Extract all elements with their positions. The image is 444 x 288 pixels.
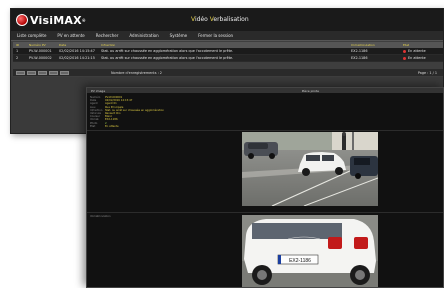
status-dot-icon [403, 56, 406, 60]
col-pv-number[interactable]: Numéro PV [29, 43, 59, 47]
logo-eye-icon [16, 14, 28, 26]
menu-search[interactable]: Rechercher [96, 33, 119, 38]
cases-table: ID Numéro PV Date Infraction Immatricula… [13, 42, 443, 62]
page-indicator: Page : 1 / 1 [417, 70, 437, 75]
detail-title: PV image [91, 88, 106, 93]
first-page-button[interactable] [16, 70, 25, 75]
logo-brand: VisiMAX [30, 13, 82, 27]
status-text: En attente [408, 56, 426, 60]
title-word-2: erbalisation [213, 16, 249, 23]
plate-section-label: Immatriculation [90, 215, 111, 218]
cell-id: 1 [16, 49, 19, 53]
col-date[interactable]: Date [59, 43, 101, 47]
menu-pending[interactable]: PV en attente [57, 33, 84, 38]
cell-status: En attente [403, 56, 439, 60]
cell-pv-number: PV-W-000001 [29, 49, 52, 53]
status-text: En attente [408, 49, 426, 53]
cell-status: En attente [403, 49, 439, 53]
prev-page-button[interactable] [27, 70, 36, 75]
table-row[interactable]: 1 PV-W-000001 02/02/2016 14:15:47 Stat. … [13, 48, 443, 55]
export-button[interactable] [60, 70, 69, 75]
cell-date: 02/02/2016 14:21:15 [59, 56, 95, 60]
status-dot-icon [403, 49, 406, 53]
pagination-bar: Nombre d'enregistrements : 2 Page : 1 / … [13, 69, 443, 76]
menu-administration[interactable]: Administration [129, 33, 158, 38]
col-status[interactable]: Etat [403, 43, 439, 47]
cell-infraction: Stat. ou arrêt sur chaussée en aggloméra… [101, 56, 234, 60]
main-menu: Liste complète PV en attente Rechercher … [11, 31, 443, 41]
section-divider [87, 130, 443, 131]
detail-title-right: Pièce jointe [301, 88, 319, 93]
record-count: Nombre d'enregistrements : 2 [111, 70, 162, 75]
meta-row: Etat En attente [90, 125, 170, 128]
plate-text: EX2-1186 [289, 258, 311, 264]
plate-photo-image: EX2-1186 [242, 215, 378, 287]
col-plate[interactable]: Immatriculation [351, 43, 403, 47]
col-id[interactable]: ID [13, 43, 29, 47]
logo-registered: ® [81, 17, 86, 23]
cell-date: 02/02/2016 14:15:47 [59, 49, 95, 53]
app-title: Vidéo Verbalisation [191, 16, 249, 23]
cell-id: 2 [16, 56, 19, 60]
screenshot-stage: VisiMAX ® Vidéo Verbalisation Liste comp… [0, 0, 444, 288]
detail-title-bar: PV image Pièce jointe [87, 88, 443, 93]
cell-plate: EX2-1186 [351, 49, 368, 53]
cell-infraction: Stat. ou arrêt sur chaussée en aggloméra… [101, 49, 234, 53]
menu-full-list[interactable]: Liste complète [17, 33, 46, 38]
app-header: VisiMAX ® Vidéo Verbalisation [11, 9, 443, 31]
table-row[interactable]: 2 PV-W-000002 02/02/2016 14:21:15 Stat. … [13, 55, 443, 62]
meta-value: En attente [105, 124, 119, 128]
cell-plate: EX2-1186 [351, 56, 368, 60]
title-word-1: idéo [194, 16, 210, 23]
case-detail-window: PV image Pièce jointe Numéro PV-W-000001 … [86, 87, 444, 288]
last-page-button[interactable] [49, 70, 58, 75]
cell-pv-number: PV-W-000002 [29, 56, 52, 60]
scene-photo-image [242, 132, 378, 206]
next-page-button[interactable] [38, 70, 47, 75]
section-divider [87, 212, 443, 213]
menu-logout[interactable]: Fermer la session [198, 33, 233, 38]
menu-system[interactable]: Système [170, 33, 187, 38]
case-metadata: Numéro PV-W-000001 Date 02/02/2016 14:15:4… [90, 96, 170, 128]
app-logo: VisiMAX ® [16, 13, 86, 27]
scene-photo[interactable] [242, 132, 378, 206]
col-infraction[interactable]: Infraction [101, 43, 351, 47]
meta-label: Etat [90, 124, 96, 128]
plate-photo[interactable]: EX2-1186 [242, 215, 378, 287]
